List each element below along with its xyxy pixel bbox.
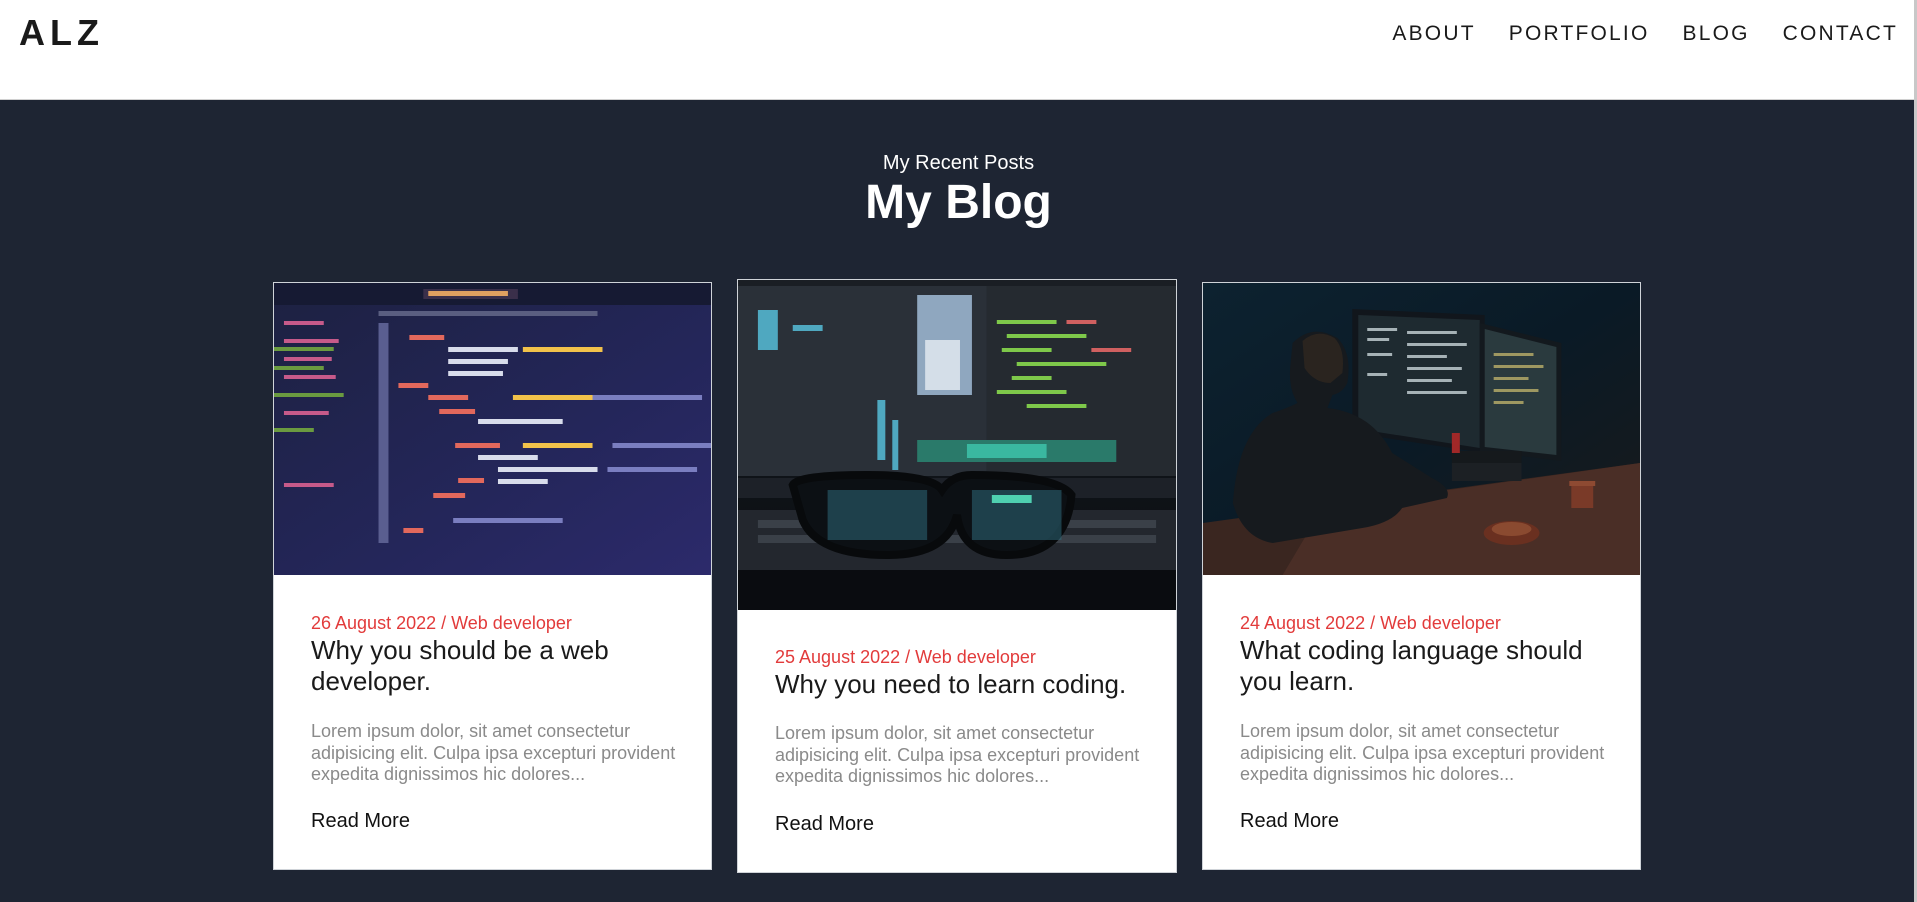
blog-card: 26 August 2022 / Web developer Why you s…: [273, 282, 712, 870]
read-more-link[interactable]: Read More: [1240, 809, 1339, 833]
main-nav: ABOUT PORTFOLIO BLOG CONTACT: [1359, 20, 1898, 48]
section-title: My Blog: [865, 176, 1052, 229]
site-logo[interactable]: ALZ: [19, 12, 104, 54]
post-excerpt: Lorem ipsum dolor, sit amet consectetur …: [775, 723, 1140, 786]
nav-link-contact[interactable]: CONTACT: [1783, 20, 1898, 48]
nav-link-about[interactable]: ABOUT: [1392, 20, 1475, 48]
post-title[interactable]: What coding language should you learn.: [1240, 635, 1610, 697]
read-more-link[interactable]: Read More: [311, 809, 410, 833]
post-title[interactable]: Why you need to learn coding.: [775, 669, 1146, 700]
post-title[interactable]: Why you should be a web developer.: [311, 635, 681, 697]
post-excerpt: Lorem ipsum dolor, sit amet consectetur …: [1240, 721, 1605, 784]
top-navbar: ALZ ABOUT PORTFOLIO BLOG CONTACT: [0, 0, 1917, 100]
read-more-link[interactable]: Read More: [775, 812, 874, 836]
post-meta: 26 August 2022 / Web developer: [311, 613, 572, 633]
post-image-monitor-glasses[interactable]: [738, 280, 1176, 610]
nav-link-portfolio[interactable]: PORTFOLIO: [1509, 20, 1650, 48]
blog-card: 24 August 2022 / Web developer What codi…: [1202, 282, 1641, 870]
post-excerpt: Lorem ipsum dolor, sit amet consectetur …: [311, 721, 676, 784]
post-meta: 24 August 2022 / Web developer: [1240, 613, 1501, 633]
post-image-developer-desk[interactable]: [1203, 283, 1640, 575]
post-meta: 25 August 2022 / Web developer: [775, 647, 1036, 667]
post-image-code-editor[interactable]: [274, 283, 711, 575]
nav-link-blog[interactable]: BLOG: [1683, 20, 1750, 48]
blog-card: 25 August 2022 / Web developer Why you n…: [737, 279, 1177, 873]
section-subtitle: My Recent Posts: [882, 152, 1035, 174]
